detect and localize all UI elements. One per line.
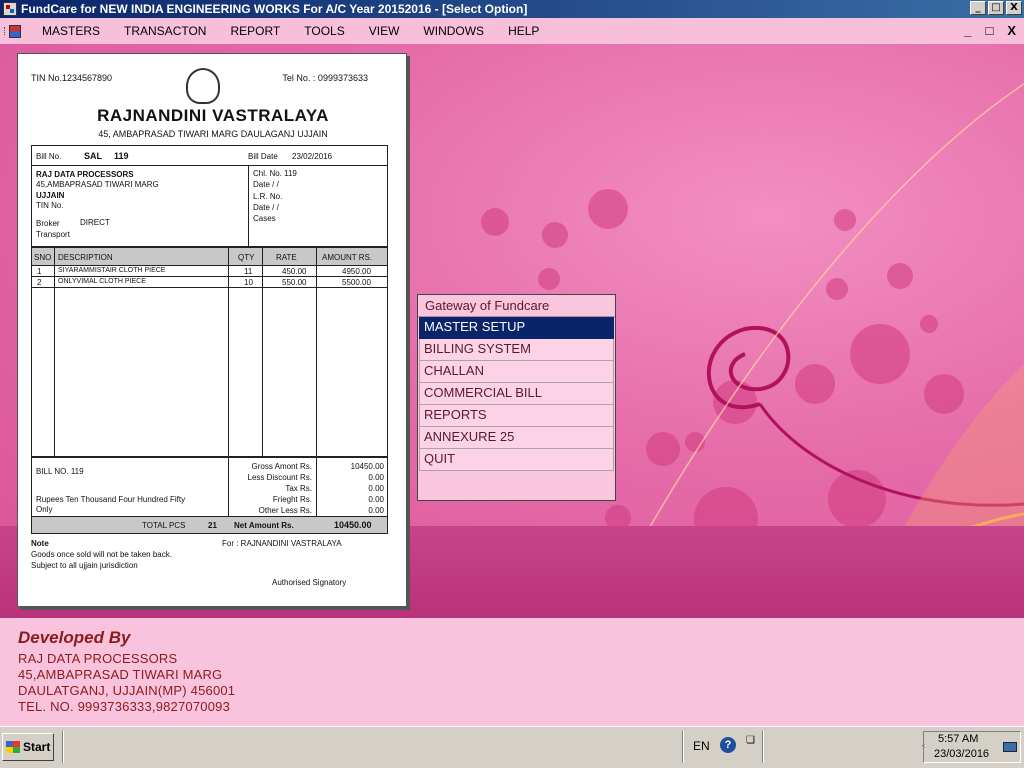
shop-address: 45, AMBAPRASAD TIWARI MARG DAULAGANJ UJJ… <box>98 129 328 139</box>
invoice-tin: TIN No.1234567890 <box>31 73 113 83</box>
invoice-items-table: SNO DESCRIPTION QTY RATE AMOUNT RS. 1 SI… <box>31 247 388 457</box>
invoice-tel: Tel No. : 0999373633 <box>282 73 368 83</box>
child-close-button[interactable]: X <box>1007 23 1016 38</box>
developer-line: TEL. NO. 9993736333,9827070093 <box>18 699 231 714</box>
table-row: 1 SIYARAMMISTAIR CLOTH PIECE 11 450.00 4… <box>32 266 387 277</box>
taskbar-separator <box>62 731 64 763</box>
note-label: Note <box>31 539 49 548</box>
maximize-button[interactable]: □ <box>988 1 1004 15</box>
menu-windows[interactable]: WINDOWS <box>411 24 496 38</box>
minimize-button[interactable]: _ <box>970 1 986 15</box>
col-qty: QTY <box>238 253 255 262</box>
col-sno: SNO <box>34 253 52 262</box>
table-row: 2 ONLYVIMAL CLOTH PIECE 10 550.00 5500.0… <box>32 277 387 288</box>
child-restore-button[interactable]: □ <box>985 23 993 38</box>
menu-master-setup[interactable]: MASTER SETUP <box>419 317 614 339</box>
menu-commercial-bill[interactable]: COMMERCIAL BILL <box>419 383 614 405</box>
child-minimize-button[interactable]: _ <box>964 23 971 38</box>
gateway-menu: Gateway of Fundcare MASTER SETUP BILLING… <box>417 294 616 501</box>
col-amount: AMOUNT RS. <box>322 253 373 262</box>
start-button[interactable]: Start <box>2 733 54 761</box>
menu-billing-system[interactable]: BILLING SYSTEM <box>419 339 614 361</box>
ganesha-logo-icon <box>186 68 220 104</box>
developer-line: 45,AMBAPRASAD TIWARI MARG <box>18 667 223 682</box>
totals-box: BILL NO. 119 Rupees Ten Thousand Four Hu… <box>31 457 388 517</box>
menu-challan[interactable]: CHALLAN <box>419 361 614 383</box>
menu-help[interactable]: HELP <box>496 24 551 38</box>
gateway-title: Gateway of Fundcare <box>418 295 615 317</box>
menu-transaction[interactable]: TRANSACTON <box>112 24 218 38</box>
menu-view[interactable]: VIEW <box>357 24 412 38</box>
menu-reports[interactable]: REPORTS <box>419 405 614 427</box>
menu-annexure-25[interactable]: ANNEXURE 25 <box>419 427 614 449</box>
close-button[interactable]: X <box>1006 1 1022 15</box>
developer-line: RAJ DATA PROCESSORS <box>18 651 178 666</box>
taskbar-separator <box>762 731 764 763</box>
mdi-child-icon[interactable] <box>4 24 21 38</box>
col-rate: RATE <box>276 253 297 262</box>
developer-heading: Developed By <box>18 628 131 647</box>
col-description: DESCRIPTION <box>58 253 113 262</box>
network-icon[interactable] <box>1003 742 1017 752</box>
shop-name: RAJNANDINI VASTRALAYA <box>97 106 329 125</box>
menu-tools[interactable]: TOOLS <box>292 24 356 38</box>
system-tray: 5:57 AM 23/03/2016 <box>923 731 1021 763</box>
note-line: Goods once sold will not be taken back. <box>31 550 172 559</box>
windows-logo-icon <box>6 741 20 753</box>
clock-date[interactable]: 23/03/2016 <box>934 748 989 760</box>
taskbar: Start EN ? ❏ ‹ 5:57 AM 23/03/2016 <box>0 726 1024 768</box>
clock-time[interactable]: 5:57 AM <box>938 733 978 745</box>
window-title-bar[interactable]: FundCare for NEW INDIA ENGINEERING WORKS… <box>0 0 1024 18</box>
developer-info-panel: Developed By RAJ DATA PROCESSORS 45,AMBA… <box>0 618 1024 726</box>
menu-bar: MASTERS TRANSACTON REPORT TOOLS VIEW WIN… <box>0 18 1024 44</box>
invoice-preview: TIN No.1234567890 Tel No. : 0999373633 R… <box>17 53 407 607</box>
net-amount-row: TOTAL PCS 21 Net Amount Rs. 10450.00 <box>31 517 388 534</box>
menu-masters[interactable]: MASTERS <box>30 24 112 38</box>
bill-header-box: Bill No. SAL 119 Bill Date 23/02/2016 RA… <box>31 145 388 247</box>
start-label: Start <box>23 740 51 754</box>
help-icon[interactable]: ? <box>720 737 736 753</box>
app-icon[interactable] <box>3 2 17 16</box>
window-title: FundCare for NEW INDIA ENGINEERING WORKS… <box>21 2 528 16</box>
for-line: For : RAJNANDINI VASTRALAYA <box>222 539 342 548</box>
note-line: Subject to all ujjain jurisdiction <box>31 561 138 570</box>
taskbar-separator <box>682 731 684 763</box>
menu-report[interactable]: REPORT <box>218 24 292 38</box>
language-indicator[interactable]: EN <box>693 739 710 753</box>
menu-quit[interactable]: QUIT <box>419 449 614 471</box>
restore-icon[interactable]: ❏ <box>746 735 755 746</box>
signatory: Authorised Signatory <box>272 578 347 587</box>
developer-line: DAULATGANJ, UJJAIN(MP) 456001 <box>18 683 236 698</box>
